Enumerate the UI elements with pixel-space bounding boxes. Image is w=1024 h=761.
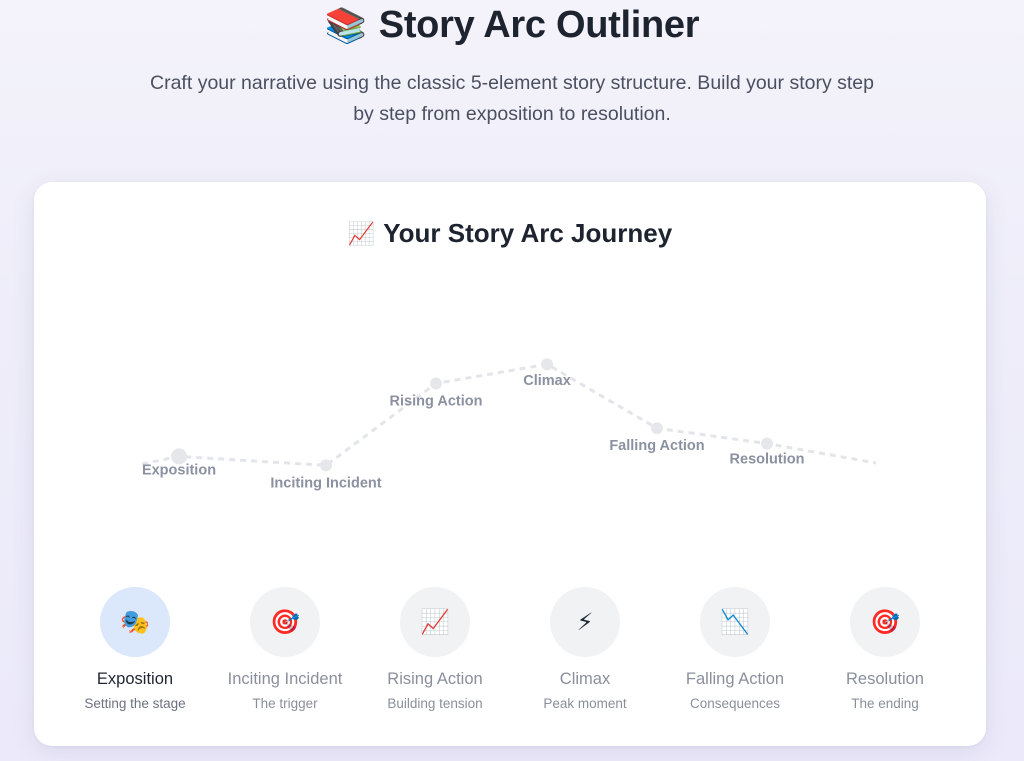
step-resolution[interactable]: 🎯 Resolution The ending — [810, 587, 960, 711]
arc-label: Inciting Incident — [270, 475, 381, 491]
target-icon: 🎯 — [850, 587, 920, 657]
books-icon: 📚 — [324, 6, 367, 45]
step-subtitle: Peak moment — [543, 696, 627, 711]
chart-down-icon: 📉 — [700, 587, 770, 657]
arc-point — [761, 437, 773, 450]
step-subtitle: Consequences — [689, 696, 781, 711]
arc-label: Exposition — [142, 462, 216, 478]
step-falling-action[interactable]: 📉 Falling Action Consequences — [660, 587, 810, 711]
arc-point — [430, 377, 442, 390]
step-subtitle: Building tension — [387, 696, 483, 711]
arc-point — [541, 358, 553, 371]
step-subtitle: The trigger — [252, 696, 318, 711]
step-title: Resolution — [846, 670, 924, 688]
step-title: Exposition — [96, 670, 174, 688]
arc-point — [651, 422, 663, 435]
story-arc-card: 📈 Your Story Arc Journey Exposition Incit… — [34, 182, 986, 746]
step-title: Climax — [559, 670, 611, 688]
arc-label: Climax — [523, 373, 571, 389]
app-subtitle: Craft your narrative using the classic 5… — [150, 72, 874, 125]
step-climax[interactable]: ⚡ Climax Peak moment — [510, 587, 660, 711]
step-subtitle: Setting the stage — [84, 696, 186, 711]
step-title: Rising Action — [387, 670, 483, 688]
target-icon: 🎯 — [250, 587, 320, 657]
arc-label: Resolution — [730, 452, 805, 468]
app-title-text: Story Arc Outliner — [378, 4, 700, 46]
app-title: 📚 Story Arc Outliner — [0, 4, 1024, 47]
step-title: Inciting Incident — [227, 670, 343, 688]
step-subtitle: The ending — [851, 696, 919, 711]
arc-label: Rising Action — [390, 393, 483, 409]
step-exposition[interactable]: 🎭 Exposition Setting the stage — [60, 587, 210, 711]
step-title: Falling Action — [685, 670, 785, 688]
arc-point — [320, 459, 332, 472]
arc-label: Falling Action — [609, 438, 704, 454]
chart-up-icon: 📈 — [400, 587, 470, 657]
lightning-icon: ⚡ — [550, 587, 620, 657]
arc-line — [141, 362, 877, 467]
step-rising-action[interactable]: 📈 Rising Action Building tension — [360, 587, 510, 711]
step-navigation: 🎭 Exposition Setting the stage 🎯 Inciting In… — [34, 587, 986, 727]
theater-masks-icon: 🎭 — [100, 587, 170, 657]
step-inciting-incident[interactable]: 🎯 Inciting Incident The trigger — [210, 587, 360, 711]
